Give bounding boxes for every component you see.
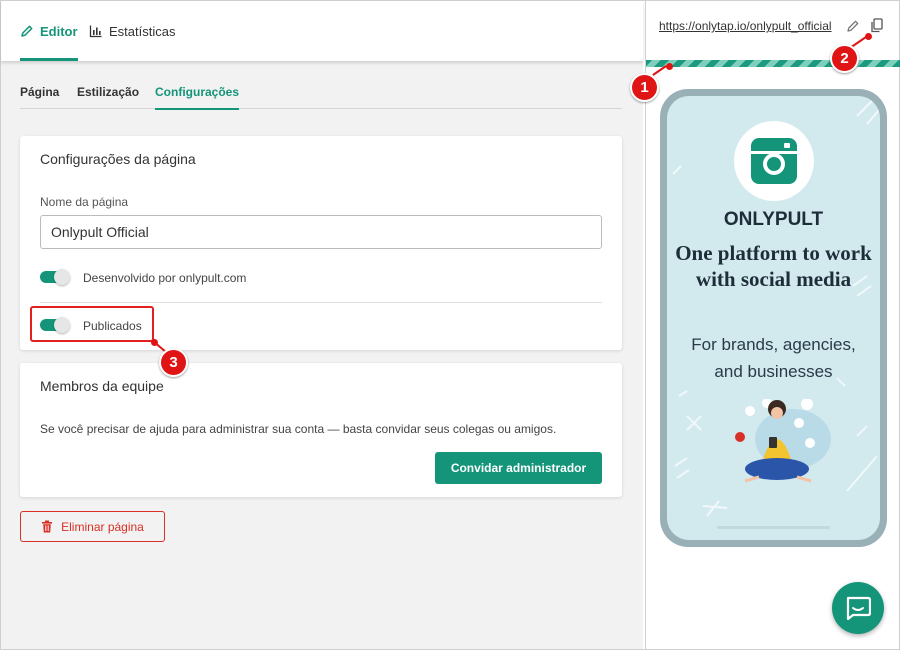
marker-2-dot xyxy=(865,33,872,40)
marker-1: 1 xyxy=(630,73,659,102)
annotation-connectors xyxy=(153,36,867,353)
marker-3: 3 xyxy=(159,348,188,377)
marker-2: 2 xyxy=(830,44,859,73)
marker-1-dot xyxy=(666,63,673,70)
marker-3-dot xyxy=(151,339,158,346)
